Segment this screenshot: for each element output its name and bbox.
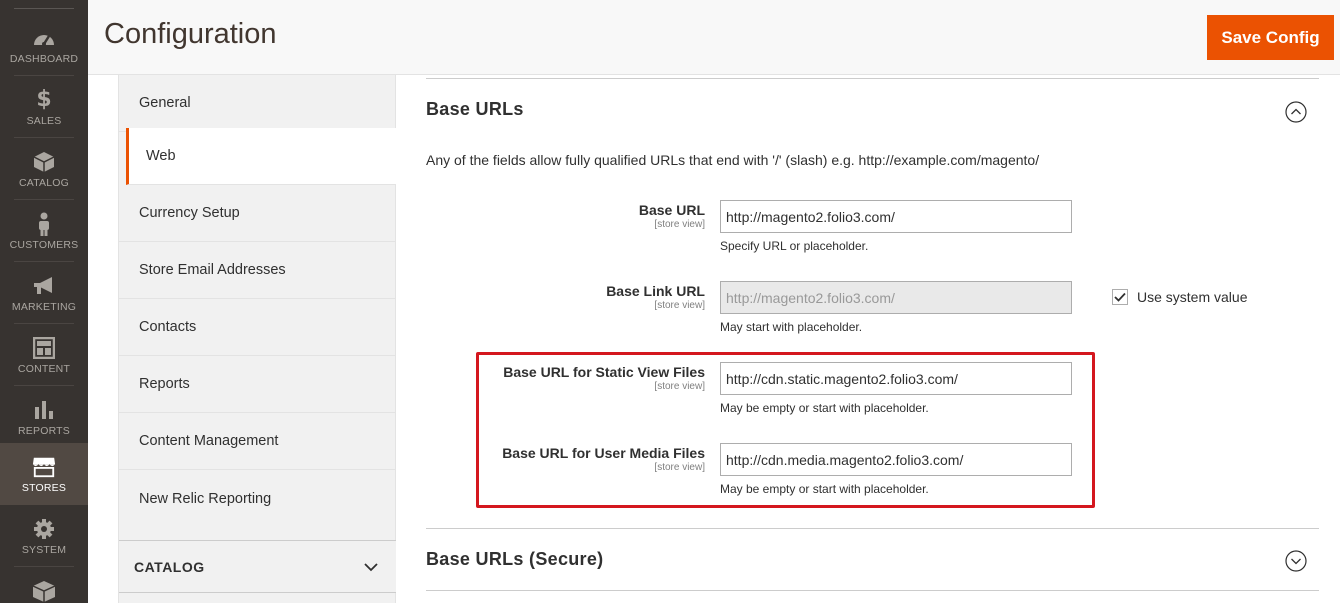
chevron-up-circle-icon[interactable] — [1285, 101, 1307, 123]
person-icon — [32, 212, 56, 236]
base-link-url-note: May start with placeholder. — [720, 320, 863, 334]
base-link-url-scope: [store view] — [654, 300, 705, 311]
base-url-scope: [store view] — [654, 219, 705, 230]
tab-reports[interactable]: Reports — [119, 356, 396, 413]
menu-item-dashboard[interactable]: DASHBOARD — [0, 14, 88, 76]
chevron-down-circle-icon[interactable] — [1285, 550, 1307, 572]
menu-label: STORES — [21, 481, 67, 494]
dollar-icon: $ — [36, 86, 52, 112]
megaphone-icon — [32, 274, 56, 298]
section-description: Any of the fields allow fully qualified … — [426, 152, 1040, 168]
page-header: Configuration Save Config — [88, 0, 1340, 75]
section-divider — [426, 78, 1319, 79]
menu-item-sales[interactable]: $ SALES — [0, 76, 88, 138]
tab-currency-setup[interactable]: Currency Setup — [119, 185, 396, 242]
section-divider — [426, 528, 1319, 529]
section-title-base-urls-secure[interactable]: Base URLs (Secure) — [426, 549, 603, 570]
use-system-value-checkbox[interactable]: Use system value — [1112, 289, 1247, 305]
highlight-annotation — [476, 352, 1095, 508]
base-link-url-input[interactable] — [720, 281, 1072, 314]
menu-item-reports[interactable]: REPORTS — [0, 386, 88, 448]
menu-label: CATALOG — [18, 176, 70, 189]
base-url-input[interactable] — [720, 200, 1072, 233]
menu-label: DASHBOARD — [9, 52, 79, 65]
menu-item-customers[interactable]: CUSTOMERS — [0, 200, 88, 262]
layout-icon — [32, 336, 56, 360]
menu-item-stores[interactable]: STORES — [0, 443, 88, 505]
menu-divider — [14, 566, 74, 567]
tab-web[interactable]: Web — [126, 128, 396, 185]
config-tabs: General Web Currency Setup Store Email A… — [118, 75, 396, 603]
menu-label: CUSTOMERS — [9, 238, 79, 251]
dashboard-icon — [32, 26, 56, 50]
save-config-button[interactable]: Save Config — [1207, 15, 1334, 60]
menu-item-system[interactable]: SYSTEM — [0, 505, 88, 567]
storefront-icon — [32, 455, 56, 479]
menu-item-marketing[interactable]: MARKETING — [0, 262, 88, 324]
tab-new-relic-reporting[interactable]: New Relic Reporting — [119, 470, 396, 527]
menu-label: SALES — [26, 114, 62, 127]
gear-icon — [32, 517, 56, 541]
tab-general[interactable]: General — [119, 75, 396, 132]
checkmark-icon[interactable] — [1112, 289, 1128, 305]
menu-top-divider — [14, 8, 74, 9]
menu-label: MARKETING — [11, 300, 77, 313]
tab-contacts[interactable]: Contacts — [119, 299, 396, 356]
partners-icon[interactable] — [32, 580, 56, 603]
menu-label: REPORTS — [18, 424, 70, 437]
menu-label: SYSTEM — [21, 543, 67, 556]
tab-content-management[interactable]: Content Management — [119, 413, 396, 470]
tab-group-catalog[interactable]: CATALOG — [119, 540, 396, 593]
base-url-note: Specify URL or placeholder. — [720, 239, 869, 253]
admin-menu: DASHBOARD $ SALES CATALOG CUSTOMERS MARK… — [0, 0, 88, 603]
base-url-label: Base URL — [638, 202, 705, 218]
section-divider — [426, 590, 1319, 591]
use-system-value-label: Use system value — [1137, 289, 1248, 305]
menu-label: CONTENT — [17, 362, 71, 375]
menu-item-catalog[interactable]: CATALOG — [0, 138, 88, 200]
tab-store-email-addresses[interactable]: Store Email Addresses — [119, 242, 396, 299]
base-link-url-label: Base Link URL — [606, 283, 705, 299]
tab-group-label: CATALOG — [134, 558, 205, 575]
section-title-base-urls[interactable]: Base URLs — [426, 99, 524, 120]
bar-chart-icon — [32, 398, 56, 422]
page-title: Configuration — [104, 18, 277, 50]
box-icon — [32, 150, 56, 174]
menu-item-content[interactable]: CONTENT — [0, 324, 88, 386]
chevron-down-icon — [364, 559, 378, 575]
